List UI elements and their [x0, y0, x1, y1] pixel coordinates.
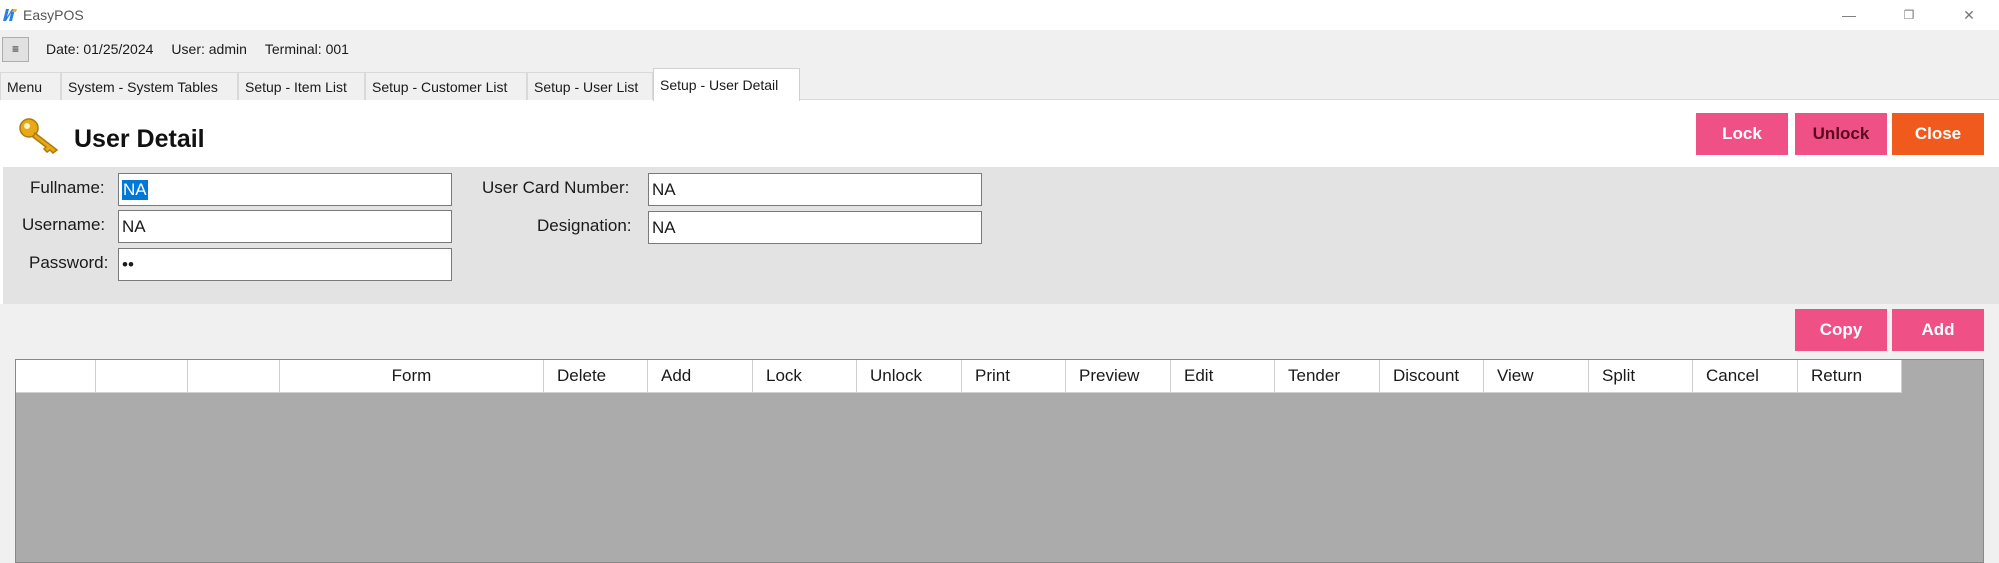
- grid-column-header-discount[interactable]: Discount: [1380, 360, 1484, 393]
- tab-system-tables[interactable]: System - System Tables: [61, 72, 238, 100]
- tab-user-detail[interactable]: Setup - User Detail: [653, 68, 800, 101]
- tab-user-list[interactable]: Setup - User List: [527, 72, 653, 100]
- grid-column-header-return[interactable]: Return: [1798, 360, 1902, 393]
- unlock-button[interactable]: Unlock: [1795, 113, 1887, 155]
- username-label: Username:: [22, 215, 106, 234]
- grid-column-header-split[interactable]: Split: [1589, 360, 1693, 393]
- fullname-value: NA: [122, 179, 148, 200]
- title-bar: EasyPOS — ❐ ✕: [0, 0, 1999, 30]
- password-label: Password:: [29, 253, 109, 272]
- restore-icon[interactable]: ❐: [1879, 0, 1939, 30]
- page-title: User Detail: [74, 125, 205, 153]
- lock-button[interactable]: Lock: [1696, 113, 1788, 155]
- minimize-icon[interactable]: —: [1819, 0, 1879, 30]
- grid-column-header-form[interactable]: Form: [280, 360, 544, 393]
- fullname-field[interactable]: NA: [118, 173, 452, 206]
- grid-column-header-print[interactable]: Print: [962, 360, 1066, 393]
- window-title: EasyPOS: [23, 7, 84, 23]
- tab-customer-list[interactable]: Setup - Customer List: [365, 72, 527, 100]
- page-header: User Detail Lock Unlock Close: [0, 100, 1999, 167]
- easypos-logo-icon: [3, 9, 17, 21]
- user-card-number-label: User Card Number:: [482, 178, 630, 197]
- user-form-panel: Fullname: NA Username: NA Password: •• U…: [3, 167, 1999, 304]
- grid-column-header-unlock[interactable]: Unlock: [857, 360, 962, 393]
- status-terminal: Terminal: 001: [264, 41, 349, 57]
- grid-column-header[interactable]: [96, 360, 188, 393]
- designation-field[interactable]: NA: [648, 211, 982, 244]
- grid-column-header-tender[interactable]: Tender: [1275, 360, 1380, 393]
- grid-column-header[interactable]: [16, 360, 96, 393]
- page-content: User Detail Lock Unlock Close Fullname: …: [0, 100, 1999, 563]
- password-field[interactable]: ••: [118, 248, 452, 281]
- grid-column-header[interactable]: [188, 360, 280, 393]
- close-window-icon[interactable]: ✕: [1939, 0, 1999, 30]
- designation-label: Designation:: [537, 216, 632, 235]
- status-date: Date: 01/25/2024: [46, 41, 154, 57]
- window-controls: — ❐ ✕: [1819, 0, 1999, 30]
- fullname-label: Fullname:: [30, 178, 105, 197]
- status-bar: ≡ Date: 01/25/2024 User: admin Terminal:…: [0, 30, 1999, 68]
- grid-column-header-delete[interactable]: Delete: [544, 360, 648, 393]
- grid-column-header-lock[interactable]: Lock: [753, 360, 857, 393]
- add-button[interactable]: Add: [1892, 309, 1984, 351]
- grid-column-header-edit[interactable]: Edit: [1171, 360, 1275, 393]
- tab-menu[interactable]: Menu: [0, 72, 61, 100]
- username-field[interactable]: NA: [118, 210, 452, 243]
- close-button[interactable]: Close: [1892, 113, 1984, 155]
- menu-toggle-button[interactable]: ≡: [2, 36, 29, 62]
- grid-column-header-preview[interactable]: Preview: [1066, 360, 1171, 393]
- user-card-number-field[interactable]: NA: [648, 173, 982, 206]
- status-user: User: admin: [171, 41, 247, 57]
- copy-button[interactable]: Copy: [1795, 309, 1887, 351]
- tab-strip: Menu System - System Tables Setup - Item…: [0, 68, 1999, 101]
- grid-column-header-cancel[interactable]: Cancel: [1693, 360, 1798, 393]
- rights-section: Copy Add Form Delete Add Lock Unlock Pri…: [0, 304, 1999, 563]
- grid-header-row: Form Delete Add Lock Unlock Print Previe…: [16, 360, 1902, 393]
- tab-item-list[interactable]: Setup - Item List: [238, 72, 365, 100]
- user-rights-grid[interactable]: Form Delete Add Lock Unlock Print Previe…: [15, 359, 1984, 563]
- grid-column-header-add[interactable]: Add: [648, 360, 753, 393]
- grid-column-header-view[interactable]: View: [1484, 360, 1589, 393]
- key-icon: [19, 118, 59, 154]
